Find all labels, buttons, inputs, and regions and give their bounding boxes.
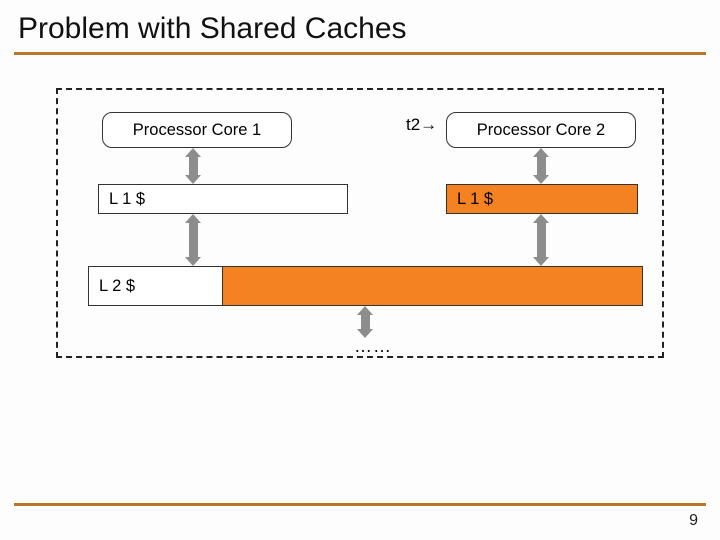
processor-core-1: Processor Core 1 [102,112,292,148]
ellipsis-continuation: …… [354,336,392,357]
slide-title: Problem with Shared Caches [0,0,720,52]
processor-core-2: Processor Core 2 [446,112,636,148]
title-rule [14,52,706,55]
page-number: 9 [689,512,698,530]
footer-rule [14,503,706,506]
arrow-l1right-l2 [534,214,548,266]
arrow-l1left-l2 [186,214,200,266]
t2-annotation: t2→ [406,115,437,135]
l2-cache-row: L 2 $ [88,266,643,306]
l1-cache-right: L 1 $ [446,184,638,214]
arrow-l2-down [358,306,372,338]
diagram-frame: Processor Core 1 t2→ Processor Core 2 L … [56,88,664,358]
l1-cache-left: L 1 $ [98,184,348,214]
arrow-core1-l1 [186,148,200,184]
l2-cache-fill [223,266,643,306]
l2-cache-label: L 2 $ [88,266,223,306]
arrow-core2-l1 [534,148,548,184]
